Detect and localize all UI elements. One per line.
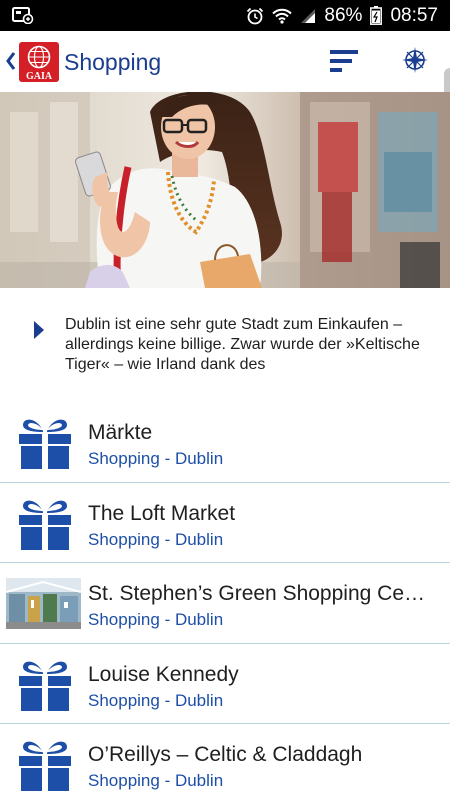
- expand-arrow-icon[interactable]: [33, 320, 45, 340]
- intro-text[interactable]: Dublin ist eine sehr gute Stadt zum Eink…: [65, 315, 435, 375]
- compass-icon[interactable]: [401, 46, 429, 74]
- logo-text: GAIA: [26, 71, 53, 82]
- filter-icon[interactable]: [328, 47, 360, 75]
- list-item[interactable]: Märkte Shopping - Dublin: [0, 402, 450, 483]
- list-item[interactable]: The Loft Market Shopping - Dublin: [0, 483, 450, 563]
- list-item-title: Louise Kennedy: [88, 662, 239, 686]
- hero-image: [0, 92, 450, 288]
- back-chevron-icon[interactable]: [5, 50, 17, 72]
- place-list: Märkte Shopping - Dublin The Loft Market…: [0, 402, 450, 800]
- gift-icon: [19, 419, 71, 469]
- app-bar: GAIA Shopping: [0, 31, 450, 92]
- clock: 08:57: [390, 4, 438, 26]
- gift-icon: [19, 741, 71, 791]
- alarm-icon: [247, 7, 264, 24]
- gift-icon: [19, 500, 71, 550]
- signal-icon: [301, 8, 316, 23]
- wifi-icon: [272, 8, 293, 24]
- shopping-woman-photo: [0, 92, 450, 288]
- page-title: Shopping: [64, 49, 162, 75]
- list-item-title: Märkte: [88, 421, 153, 444]
- list-item[interactable]: Louise Kennedy Shopping - Dublin: [0, 644, 450, 724]
- screenshot-icon: [12, 7, 34, 24]
- list-item-subtitle: Shopping - Dublin: [88, 771, 224, 790]
- gift-icon: [19, 661, 71, 711]
- intro-section: Dublin ist eine sehr gute Stadt zum Eink…: [0, 288, 450, 400]
- shopping-centre-thumbnail: [6, 578, 81, 629]
- list-item[interactable]: St. Stephen’s Green Shopping Ce… Shoppin…: [0, 563, 450, 644]
- list-item-title: St. Stephen’s Green Shopping Ce…: [88, 582, 425, 605]
- battery-percent: 86%: [324, 4, 363, 26]
- list-item-title: The Loft Market: [88, 501, 236, 525]
- list-item-subtitle: Shopping - Dublin: [88, 529, 224, 549]
- list-item-subtitle: Shopping - Dublin: [88, 610, 224, 629]
- list-item[interactable]: O’Reillys – Celtic & Claddagh Shopping -…: [0, 724, 450, 800]
- list-item-subtitle: Shopping - Dublin: [88, 690, 224, 710]
- gaia-logo[interactable]: GAIA: [19, 42, 59, 82]
- status-bar: 86% 08:57: [0, 0, 450, 31]
- list-item-subtitle: Shopping - Dublin: [88, 449, 224, 468]
- battery-icon: [370, 6, 383, 25]
- list-item-title: O’Reillys – Celtic & Claddagh: [88, 743, 363, 766]
